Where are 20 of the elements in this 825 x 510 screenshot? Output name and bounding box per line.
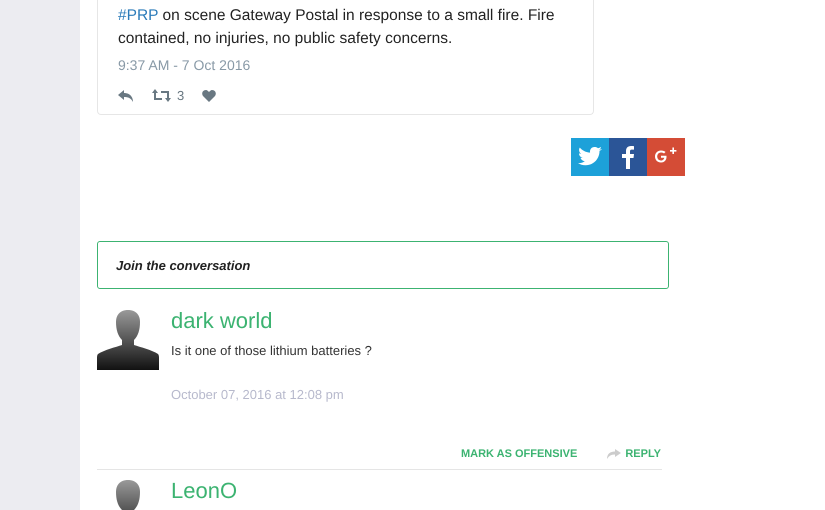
reply-link[interactable]: REPLY — [607, 446, 661, 462]
mark-offensive-link[interactable]: MARK AS OFFENSIVE — [461, 446, 578, 462]
reply-icon[interactable] — [118, 90, 134, 102]
retweet-icon[interactable] — [152, 89, 171, 102]
comment-input[interactable]: Join the conversation — [97, 241, 669, 289]
comment-author[interactable]: dark world — [171, 308, 372, 334]
twitter-icon — [578, 147, 602, 167]
comment-date: October 07, 2016 at 12:08 pm — [171, 386, 345, 404]
facebook-icon — [622, 145, 634, 169]
hashtag-link[interactable]: #PRP — [118, 7, 158, 24]
comment-author[interactable]: LeonO — [171, 478, 238, 504]
heart-icon[interactable] — [202, 90, 216, 102]
reply-arrow-icon — [607, 449, 622, 460]
retweet-count: 3 — [177, 87, 184, 105]
facebook-button[interactable] — [609, 138, 647, 176]
avatar-icon — [97, 308, 159, 370]
tweet-timestamp: 9:37 AM - 7 Oct 2016 — [118, 56, 252, 75]
comment-text: Is it one of those lithium batteries ? — [171, 342, 372, 360]
tweet-text: #PRP on scene Gateway Postal in response to a small fire. Fire contained, no injuries, no public safety concerns. — [118, 6, 556, 49]
google-plus-button[interactable] — [647, 138, 685, 176]
